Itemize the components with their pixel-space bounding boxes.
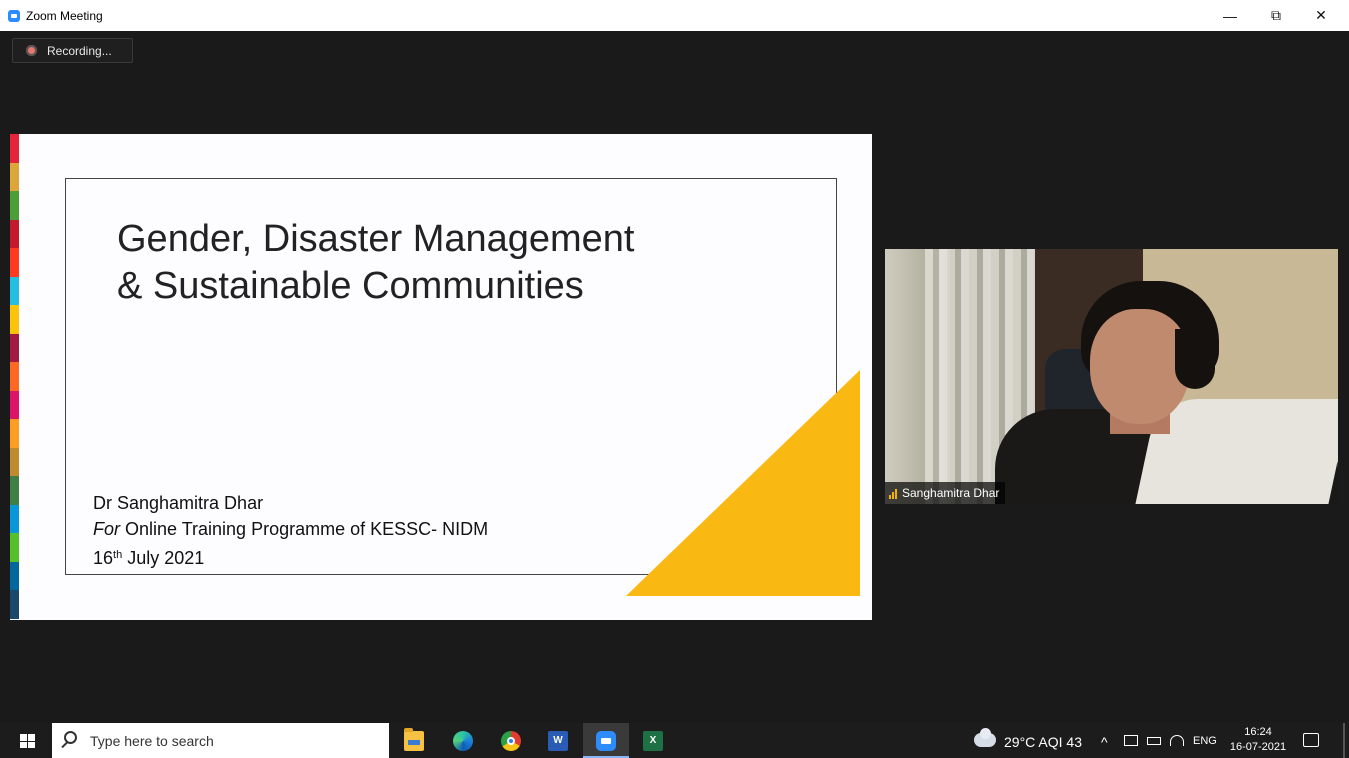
signal-strength-icon <box>889 488 897 499</box>
minimize-icon: — <box>1223 7 1237 24</box>
sdg-stripe <box>10 390 19 419</box>
edge-icon[interactable] <box>453 731 473 751</box>
sdg-stripe <box>10 561 19 590</box>
sdg-stripe <box>10 476 19 505</box>
sdg-stripe <box>10 533 19 562</box>
restore-icon: ⧉ <box>1271 7 1281 23</box>
window-titlebar: Zoom Meeting — ⧉ ✕ <box>0 0 1349 31</box>
participant-name-tag: Sanghamitra Dhar <box>885 482 1006 504</box>
excel-icon[interactable]: X <box>643 731 663 751</box>
sdg-stripe <box>10 504 19 533</box>
sdg-stripe <box>10 305 19 334</box>
windows-taskbar: Type here to search W X 29°C AQI 43 ^ EN… <box>0 723 1349 758</box>
date-line: 16th July 2021 <box>93 542 488 571</box>
sdg-stripe <box>10 134 19 163</box>
recording-indicator[interactable]: Recording... <box>12 38 133 63</box>
program-prefix: For <box>93 519 120 539</box>
tray-app-icon[interactable] <box>1124 735 1138 746</box>
presenter-name: Dr Sanghamitra Dhar <box>93 493 264 513</box>
sdg-stripe <box>10 362 19 391</box>
sdg-stripe <box>10 333 19 362</box>
sdg-stripe <box>10 162 19 191</box>
window-title: Zoom Meeting <box>26 8 103 23</box>
date-rest: July 2021 <box>122 548 205 568</box>
recording-label: Recording... <box>47 43 112 58</box>
word-icon[interactable]: W <box>548 731 568 751</box>
weather-icon[interactable] <box>974 728 996 747</box>
search-placeholder: Type here to search <box>90 733 214 749</box>
close-icon: ✕ <box>1315 7 1327 23</box>
taskbar-search-box[interactable]: Type here to search <box>52 723 389 758</box>
language-indicator[interactable]: ENG <box>1193 735 1217 747</box>
system-clock[interactable]: 16:24 16-07-2021 <box>1228 725 1288 755</box>
start-button[interactable] <box>20 734 35 748</box>
sdg-stripe <box>10 419 19 448</box>
sdg-stripe <box>10 276 19 305</box>
weather-text[interactable]: 29°C AQI 43 <box>1004 734 1082 750</box>
sdg-color-stripes <box>10 134 19 620</box>
sdg-stripe <box>10 191 19 220</box>
program-line: For Online Training Programme of KESSC- … <box>93 516 488 542</box>
close-button[interactable]: ✕ <box>1298 0 1344 31</box>
sdg-stripe <box>10 219 19 248</box>
battery-icon[interactable] <box>1147 737 1161 745</box>
restore-button[interactable]: ⧉ <box>1253 0 1299 31</box>
date-day: 16 <box>93 548 114 568</box>
sdg-stripe <box>10 447 19 476</box>
slide-title-line2: & Sustainable Communities <box>117 265 584 307</box>
chrome-icon[interactable] <box>501 731 521 751</box>
clock-date: 16-07-2021 <box>1229 741 1287 753</box>
zoom-icon[interactable] <box>596 731 616 751</box>
participant-video-tile[interactable]: Sanghamitra Dhar <box>885 249 1338 504</box>
participant-name: Sanghamitra Dhar <box>902 486 1000 500</box>
sdg-stripe <box>10 248 19 277</box>
record-icon <box>26 45 37 56</box>
slide-title: Gender, Disaster Management & Sustainabl… <box>117 216 737 310</box>
slide-presenter-block: Dr Sanghamitra Dhar For Online Training … <box>93 490 488 571</box>
slide-title-line1: Gender, Disaster Management <box>117 218 635 260</box>
notification-icon[interactable] <box>1303 733 1319 747</box>
show-desktop-button[interactable] <box>1343 723 1345 758</box>
minimize-button[interactable]: — <box>1207 0 1253 31</box>
windows-logo-icon <box>20 734 27 741</box>
video-person-hair-side <box>1175 329 1215 389</box>
zoom-app-icon <box>8 9 20 22</box>
file-explorer-icon[interactable] <box>404 728 424 751</box>
date-suffix: th <box>113 549 123 561</box>
sdg-stripe <box>10 590 19 619</box>
wifi-icon[interactable] <box>1170 735 1184 746</box>
program-text: Online Training Programme of KESSC- NIDM <box>120 519 489 539</box>
shared-slide: Gender, Disaster Management & Sustainabl… <box>10 134 872 620</box>
chevron-up-icon[interactable]: ^ <box>1101 734 1108 750</box>
search-icon <box>64 731 77 744</box>
clock-time: 16:24 <box>1244 726 1272 738</box>
